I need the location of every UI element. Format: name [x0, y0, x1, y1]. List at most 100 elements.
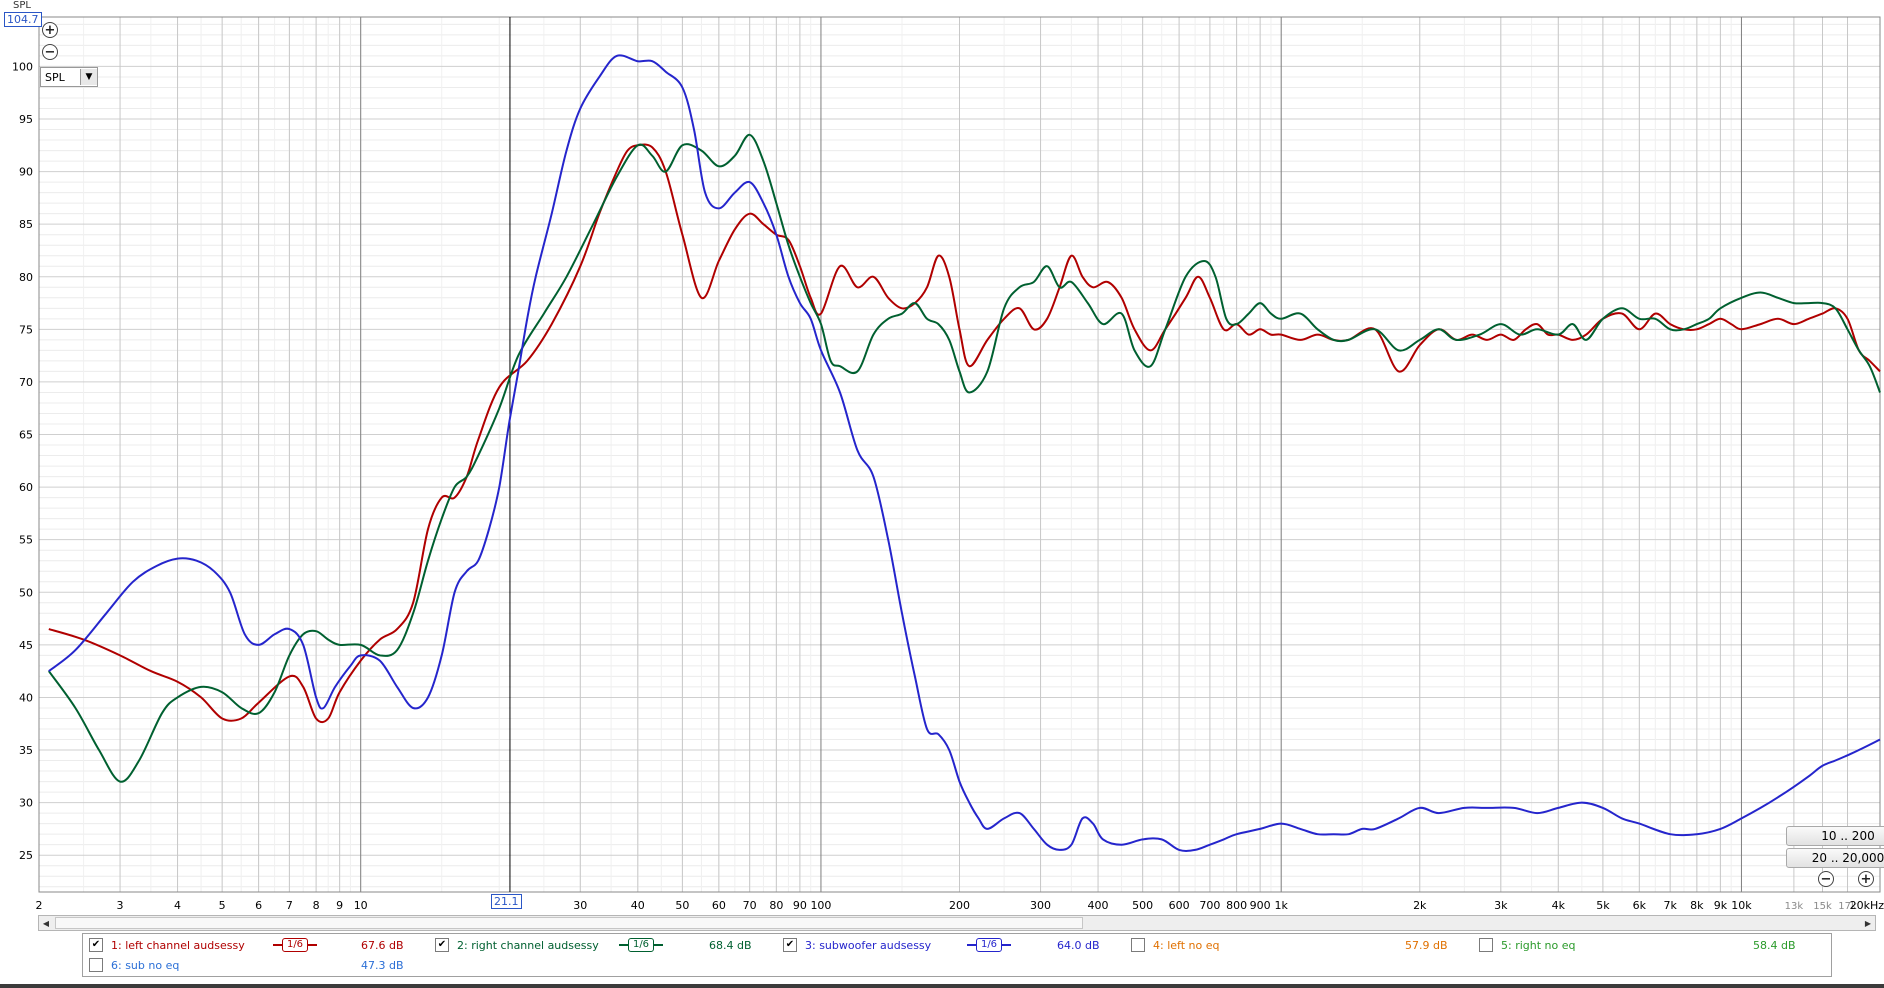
x-tick-label: 70: [743, 899, 757, 910]
legend-checkbox-6[interactable]: [89, 958, 103, 972]
x-tick-label: 90: [793, 899, 807, 910]
horizontal-scrollbar[interactable]: ◀ ▶: [38, 915, 1876, 931]
smoothing-selector-1[interactable]: 1/6: [273, 937, 317, 953]
x-tick-label: 3: [117, 899, 124, 910]
smoothing-value-1: 1/6: [281, 938, 309, 952]
x-tick-label: 10: [354, 899, 368, 910]
y-tick-label: 75: [19, 323, 33, 336]
legend-item-5[interactable]: 5: right no eq: [1479, 935, 1576, 955]
x-tick-label: 9k: [1714, 899, 1728, 910]
legend-checkbox-5[interactable]: [1479, 938, 1493, 952]
x-tick-label: 100: [810, 899, 831, 910]
range-10-200-button[interactable]: 10 .. 200: [1786, 826, 1884, 846]
horizontal-zoom-out-icon[interactable]: −: [1818, 871, 1834, 887]
x-tick-label: 6k: [1633, 899, 1647, 910]
x-tick-label: 400: [1088, 899, 1109, 910]
legend-label-6: 6: sub no eq: [111, 958, 180, 972]
y-tick-label: 70: [19, 376, 33, 389]
legend-item-2[interactable]: ✔ 2: right channel audsessy: [435, 935, 599, 955]
y-tick-label: 95: [19, 113, 33, 126]
y-axis-tick-labels: 25 30 35 40 45 50 55 60 65 70 75 80 85 90 95 100: [12, 60, 33, 862]
y-tick-label: 100: [12, 60, 33, 73]
legend-checkbox-1[interactable]: ✔: [89, 938, 103, 952]
cursor-frequency-readout[interactable]: 21.1: [491, 894, 522, 909]
x-tick-label: 8k: [1690, 899, 1704, 910]
y-axis-top-value: 104.7: [4, 12, 42, 27]
legend-level-5: 58.4 dB: [1753, 939, 1796, 952]
x-tick-label: 20kHz: [1850, 899, 1884, 910]
y-tick-label: 65: [19, 429, 33, 442]
y-tick-label: 80: [19, 271, 33, 284]
x-tick-label: 1k: [1275, 899, 1289, 910]
y-tick-label: 35: [19, 744, 33, 757]
legend-item-1[interactable]: ✔ 1: left channel audsessy: [89, 935, 245, 955]
x-tick-label: 200: [949, 899, 970, 910]
x-tick-label: 13k: [1785, 901, 1804, 910]
x-tick-label: 15k: [1813, 901, 1832, 910]
x-tick-label: 4: [174, 899, 181, 910]
legend-label-3: 3: subwoofer audsessy: [805, 938, 932, 952]
y-tick-label: 55: [19, 534, 33, 547]
frequency-response-chart[interactable]: 253035404550556065707580859095100 234567…: [0, 0, 1884, 910]
range-20-20000-button[interactable]: 20 .. 20,000: [1786, 848, 1884, 868]
x-tick-label: 5: [219, 899, 226, 910]
x-tick-label: 6: [255, 899, 262, 910]
x-tick-label: 7: [286, 899, 293, 910]
scroll-left-icon[interactable]: ◀: [39, 916, 53, 930]
legend-level-6: 47.3 dB: [361, 959, 404, 972]
series-layer: [47, 54, 1881, 852]
legend-checkbox-3[interactable]: ✔: [783, 938, 797, 952]
smoothing-value-3: 1/6: [975, 938, 1003, 952]
x-tick-label: 4k: [1552, 899, 1566, 910]
scroll-right-icon[interactable]: ▶: [1861, 916, 1875, 930]
measurement-legend: ✔ 1: left channel audsessy 1/6 67.6 dB ✔…: [82, 933, 1832, 977]
unit-select-value: SPL: [45, 70, 65, 84]
y-tick-label: 45: [19, 639, 33, 652]
legend-level-4: 57.9 dB: [1405, 939, 1448, 952]
smoothing-selector-3[interactable]: 1/6: [967, 937, 1011, 953]
x-tick-label: 600: [1169, 899, 1190, 910]
y-tick-label: 90: [19, 166, 33, 179]
legend-item-4[interactable]: 4: left no eq: [1131, 935, 1219, 955]
legend-level-1: 67.6 dB: [361, 939, 404, 952]
x-tick-label: 60: [712, 899, 726, 910]
series-line-2: [47, 133, 1881, 783]
x-axis-tick-labels: 2 3 4 5 6 7 8 9 10 30 40 50 60 70 80 90 100 200 300 400 500 6…: [36, 899, 1884, 910]
scrollbar-thumb[interactable]: [55, 917, 1083, 929]
y-tick-label: 60: [19, 481, 33, 494]
x-tick-label: 5k: [1596, 899, 1610, 910]
legend-level-3: 64.0 dB: [1057, 939, 1100, 952]
smoothing-selector-2[interactable]: 1/6: [619, 937, 663, 953]
x-tick-label: 30: [573, 899, 587, 910]
x-tick-label: 2k: [1413, 899, 1427, 910]
x-tick-label: 9: [336, 899, 343, 910]
legend-label-5: 5: right no eq: [1501, 938, 1576, 952]
x-tick-label: 8: [313, 899, 320, 910]
x-tick-label: 300: [1030, 899, 1051, 910]
horizontal-zoom-in-icon[interactable]: +: [1858, 871, 1874, 887]
x-tick-label: 3k: [1494, 899, 1508, 910]
legend-label-4: 4: left no eq: [1153, 938, 1220, 952]
chevron-down-icon[interactable]: ▼: [80, 69, 97, 85]
zoom-out-icon[interactable]: −: [42, 44, 58, 60]
legend-item-6[interactable]: 6: sub no eq: [89, 955, 179, 975]
x-tick-label: 2: [36, 899, 43, 910]
y-tick-label: 50: [19, 586, 33, 599]
x-tick-label: 40: [631, 899, 645, 910]
legend-level-2: 68.4 dB: [709, 939, 752, 952]
x-tick-label: 700: [1199, 899, 1220, 910]
zoom-in-icon[interactable]: +: [42, 22, 58, 38]
unit-select[interactable]: SPL ▼: [40, 67, 98, 87]
x-tick-label: 7k: [1663, 899, 1677, 910]
y-tick-label: 25: [19, 849, 33, 862]
x-tick-label: 800: [1226, 899, 1247, 910]
x-tick-label: 50: [675, 899, 689, 910]
legend-checkbox-4[interactable]: [1131, 938, 1145, 952]
y-tick-label: 40: [19, 691, 33, 704]
legend-label-1: 1: left channel audsessy: [111, 938, 245, 952]
legend-item-3[interactable]: ✔ 3: subwoofer audsessy: [783, 935, 931, 955]
x-tick-label: 900: [1250, 899, 1271, 910]
legend-checkbox-2[interactable]: ✔: [435, 938, 449, 952]
series-line-3: [48, 54, 1881, 852]
y-axis-title: SPL: [13, 0, 31, 11]
